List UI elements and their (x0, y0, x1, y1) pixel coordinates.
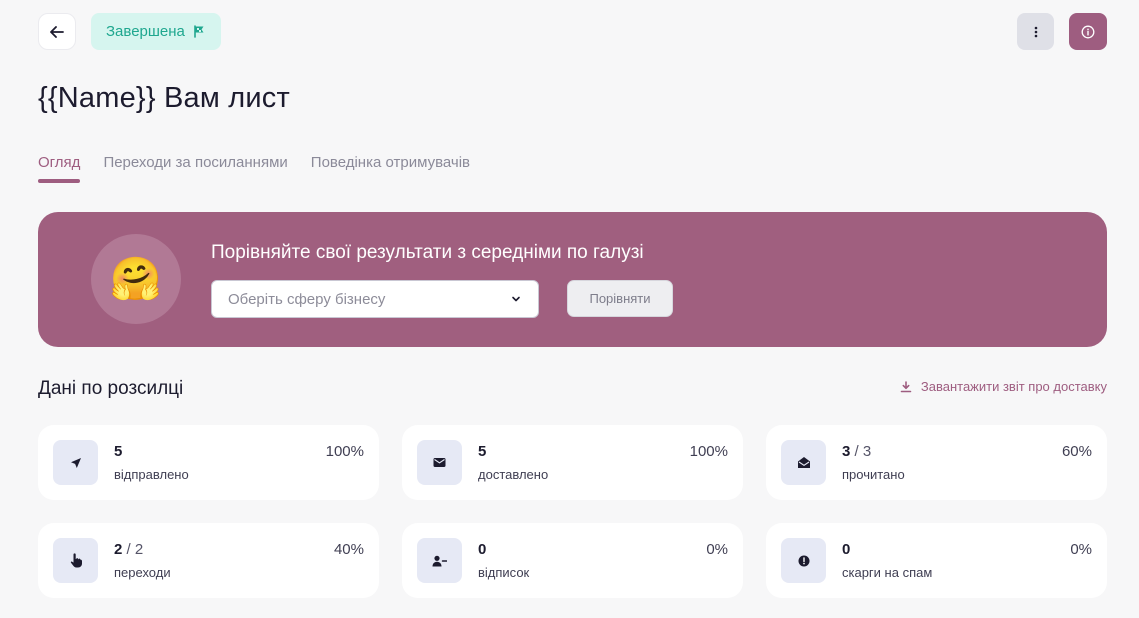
download-report-link[interactable]: Завантажити звіт про доставку (900, 379, 1107, 394)
stat-percent: 0% (706, 541, 728, 558)
info-button[interactable] (1069, 13, 1107, 50)
compare-button[interactable]: Порівняти (567, 280, 673, 317)
business-sphere-select[interactable]: Оберіть сферу бізнесу (211, 280, 539, 318)
page-title: {{Name}} Вам лист (38, 82, 290, 114)
section-title: Дані по розсилці (38, 378, 184, 399)
back-button[interactable] (38, 13, 76, 50)
stat-percent: 0% (1070, 541, 1092, 558)
stat-label: доставлено (478, 467, 549, 482)
stat-percent: 40% (333, 541, 364, 558)
status-badge: Завершена (91, 13, 221, 50)
banner-title: Порівняйте свої результати з середніми п… (211, 242, 644, 263)
stat-label: відписок (478, 565, 530, 580)
stat-label: відправлено (114, 467, 189, 482)
user-minus-icon (432, 555, 447, 566)
more-options-button[interactable] (1017, 13, 1054, 50)
send-icon (70, 457, 81, 468)
envelope-icon (433, 458, 446, 467)
stat-percent: 100% (325, 443, 364, 460)
stat-card-clicks: 2 / 2 переходи 40% (38, 523, 379, 598)
stat-value: 2 / 2 (114, 541, 144, 558)
tab-overview[interactable]: Огляд (38, 154, 81, 183)
pointer-hand-icon (70, 553, 82, 568)
stat-value: 0 (478, 541, 487, 558)
stat-percent: 100% (689, 443, 728, 460)
stat-label: скарги на спам (842, 565, 933, 580)
envelope-open-icon (797, 457, 810, 468)
stat-value: 0 (842, 541, 851, 558)
stat-value: 3 / 3 (842, 443, 872, 460)
stat-value: 5 (114, 443, 123, 460)
chevron-down-icon (512, 296, 520, 302)
stat-label: переходи (114, 565, 171, 580)
select-placeholder: Оберіть сферу бізнесу (228, 290, 386, 308)
stat-card-delivered: 5 доставлено 100% (402, 425, 743, 500)
stat-card-read: 3 / 3 прочитано 60% (766, 425, 1107, 500)
stat-card-spam-complaints: 0 скарги на спам 0% (766, 523, 1107, 598)
stat-value: 5 (478, 443, 487, 460)
campaign-report-page: Завершена {{Name}} Вам лист Огляд Перехо… (0, 0, 1139, 618)
tab-recipient-behavior[interactable]: Поведінка отримувачів (311, 154, 470, 183)
info-icon (1081, 25, 1095, 38)
tab-link-clicks[interactable]: Переходи за посиланнями (103, 154, 287, 183)
stat-label: прочитано (842, 467, 905, 482)
hugging-face-icon: 🤗 (91, 234, 181, 324)
more-vertical-icon (1034, 26, 1037, 37)
tab-bar: Огляд Переходи за посиланнями Поведінка … (38, 154, 470, 183)
alert-icon (798, 555, 809, 566)
flag-icon (194, 25, 204, 38)
stat-percent: 60% (1061, 443, 1092, 460)
stat-card-sent: 5 відправлено 100% (38, 425, 379, 500)
status-label: Завершена (106, 23, 185, 40)
stat-card-unsubscribes: 0 відписок 0% (402, 523, 743, 598)
arrow-left-icon (50, 25, 64, 38)
download-icon (900, 380, 912, 392)
industry-comparison-banner: 🤗 Порівняйте свої результати з середніми… (38, 212, 1107, 347)
download-report-label: Завантажити звіт про доставку (920, 379, 1107, 394)
